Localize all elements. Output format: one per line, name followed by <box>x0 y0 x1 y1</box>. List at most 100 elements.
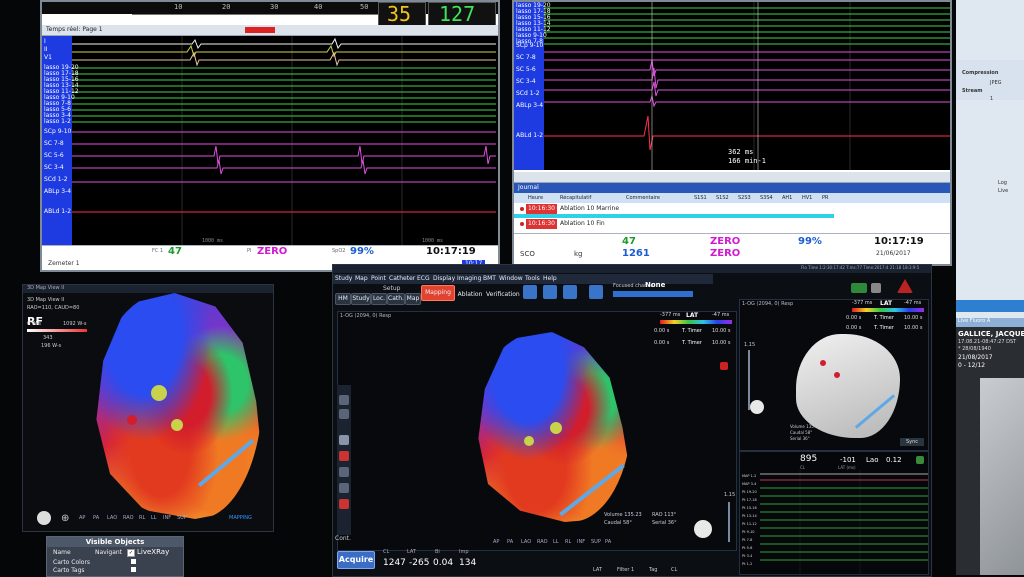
mode-verification-button[interactable]: Verification <box>485 289 520 301</box>
view-btn-rl[interactable]: RL <box>139 515 145 521</box>
menu-bmt[interactable]: BMT <box>483 274 496 284</box>
sync-dropdown[interactable]: Sync <box>900 438 924 446</box>
toolbar-arrow-icon[interactable] <box>523 285 537 299</box>
btab-cl[interactable]: CL <box>671 567 677 573</box>
mode-mapping-button[interactable]: Mapping <box>421 285 455 301</box>
view-btn-sup[interactable]: SUP <box>177 515 187 521</box>
t-timer-label-2: T. Timer <box>682 340 702 346</box>
ecg-status-icon[interactable] <box>916 456 924 464</box>
menu-display[interactable]: Display <box>433 274 455 284</box>
patient-name: GALLICE, JACQUES <box>958 330 1024 338</box>
right-volume: Volume 135.23 <box>790 424 820 429</box>
z-slider[interactable] <box>728 502 730 542</box>
right-3d-heart-model[interactable] <box>796 334 900 438</box>
menu-point[interactable]: Point <box>371 274 386 284</box>
mode-ablation-button[interactable]: Ablation <box>455 289 485 301</box>
carto-tags-checkbox[interactable] <box>131 567 136 572</box>
tool-icon-1[interactable] <box>339 395 349 405</box>
live-label[interactable]: Live <box>998 188 1008 194</box>
patient-dob: * 28/08/1940 <box>958 346 991 352</box>
view-btn-lao[interactable]: LAO <box>107 515 117 521</box>
tool-icon-3[interactable] <box>339 435 349 445</box>
menu-window[interactable]: Window <box>499 274 523 284</box>
subtab-hm[interactable]: HM <box>335 293 351 305</box>
menu-map[interactable]: Map <box>355 274 368 284</box>
view-btn-ll[interactable]: LL <box>151 515 157 521</box>
menu-imaging[interactable]: Imaging <box>457 274 481 284</box>
cv-btn-sup[interactable]: SUP <box>591 539 601 545</box>
btab-filter[interactable]: Filter 1 <box>617 567 634 573</box>
compression-value[interactable]: JPEG <box>990 80 1002 86</box>
toolbar-screen-icon[interactable] <box>589 285 603 299</box>
status-left[interactable]: Zemeter 1 <box>48 260 80 267</box>
carto-colors-checkbox[interactable] <box>131 559 136 564</box>
view-btn-pa[interactable]: PA <box>93 515 99 521</box>
subtab-study[interactable]: Study <box>351 293 371 305</box>
cv-btn-rao[interactable]: RAO <box>537 539 548 545</box>
lat-min: -377 ms <box>660 312 681 318</box>
right-tag-2 <box>834 372 840 378</box>
btab-lat[interactable]: LAT <box>593 567 602 573</box>
cv-btn-ap[interactable]: AP <box>493 539 499 545</box>
stream-value[interactable]: 1 <box>990 96 993 102</box>
right-ep-toolbar[interactable] <box>514 172 950 183</box>
rf-index: 343 <box>43 335 53 341</box>
cont-label[interactable]: Cont. <box>335 535 351 542</box>
cv-btn-inf[interactable]: INF <box>577 539 585 545</box>
log-label[interactable]: Log <box>998 180 1007 186</box>
menu-help[interactable]: Help <box>543 274 557 284</box>
carto-status-bar: Flo Time 1:2:30:17:42 T:ms:77 Time:2017:… <box>333 265 931 273</box>
toolbar-tilt-icon[interactable] <box>563 285 577 299</box>
cv-btn-lao[interactable]: LAO <box>521 539 531 545</box>
cv-btn-pa2[interactable]: PA <box>605 539 611 545</box>
right-map-title: 1-OG (2094, 0) Resp <box>742 301 794 307</box>
subtab-map[interactable]: Map <box>405 293 421 305</box>
cv-btn-pa[interactable]: PA <box>507 539 513 545</box>
setup-label[interactable]: Setup <box>383 285 400 292</box>
channel-label-sc-5-6: SC 5-6 <box>44 152 64 159</box>
tool-icon-7[interactable] <box>339 499 349 509</box>
tool-icon-4[interactable] <box>339 451 349 461</box>
btab-tag[interactable]: Tag <box>649 567 657 573</box>
acquire-button[interactable]: Acquire <box>337 551 375 569</box>
menu-catheter[interactable]: Catheter <box>389 274 415 284</box>
cv-btn-rl[interactable]: RL <box>565 539 571 545</box>
menu-study[interactable]: Study <box>335 274 352 284</box>
menu-ecg[interactable]: ECG <box>417 274 430 284</box>
left-trace-area <box>72 36 498 246</box>
journal-col-s3s4: S3S4 <box>760 195 773 201</box>
center-rao-label: RAO <box>652 512 663 518</box>
subtab-loc[interactable]: Loc. <box>371 293 387 305</box>
channel-label-sc-3-4: SC 3-4 <box>44 164 64 171</box>
map-marker-icon[interactable] <box>720 362 728 370</box>
crosshair-icon[interactable]: ⊕ <box>61 513 69 524</box>
journal-row-1[interactable]: 10:16:30 Ablation 10 Marrine <box>514 204 834 214</box>
journal-row-2[interactable]: 10:16:30 Ablation 10 Fin <box>514 219 834 229</box>
left-traces-svg <box>72 36 496 246</box>
map-left-titlebar[interactable]: 3D Map View II <box>23 285 273 293</box>
menu-tools[interactable]: Tools <box>525 274 540 284</box>
view-btn-rao[interactable]: RAO <box>123 515 134 521</box>
time-scale-4: 40 <box>314 3 323 11</box>
t-timer-label-1: T. Timer <box>682 328 702 334</box>
map-left-subtitle: 3D Map View II <box>27 297 65 303</box>
view-btn-inf[interactable]: INF <box>163 515 171 521</box>
right-z-slider[interactable] <box>748 350 750 410</box>
r-kg: kg <box>574 250 583 258</box>
measure-rate: 166 min-1 <box>728 157 766 165</box>
tool-icon-6[interactable] <box>339 483 349 493</box>
view-btn-ap[interactable]: AP <box>79 515 85 521</box>
left-ep-toolbar[interactable]: Temps réel: Page 1 <box>42 25 498 36</box>
view-btn-mapping[interactable]: MAPPING <box>229 515 252 521</box>
right-volume-label: Volume <box>790 424 805 429</box>
left-3d-heart-map[interactable] <box>96 293 263 519</box>
livexray-checkbox[interactable]: ✓ <box>127 549 135 557</box>
focused-channel-value[interactable]: None <box>645 281 665 289</box>
acq-val-lat: -265 <box>409 558 430 568</box>
toolbar-gear-icon[interactable] <box>871 283 881 293</box>
tool-icon-2[interactable] <box>339 409 349 419</box>
tool-icon-5[interactable] <box>339 467 349 477</box>
toolbar-up-icon[interactable] <box>543 285 557 299</box>
subtab-cath[interactable]: Cath. <box>387 293 405 305</box>
cv-btn-ll[interactable]: LL <box>553 539 559 545</box>
